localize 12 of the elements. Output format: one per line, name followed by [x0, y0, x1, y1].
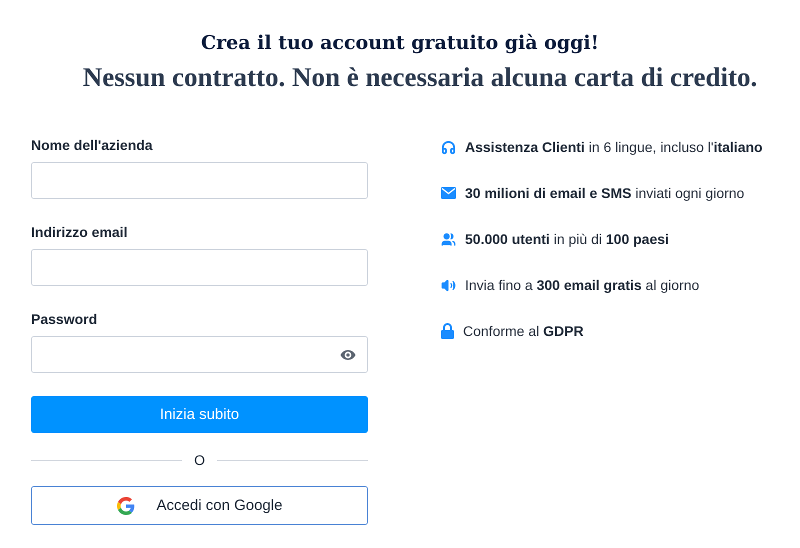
feature-text: Conforme al GDPR: [463, 323, 584, 339]
field-label: Password: [31, 311, 98, 327]
feature-text: Assistenza Clienti in 6 lingue, incluso l'italiano: [465, 139, 763, 155]
page-subtitle: Nessun contratto. Non è necessaria alcuna carta di credito.: [82, 62, 758, 93]
separator-text: O: [194, 452, 205, 468]
field-label: Indirizzo email: [31, 224, 128, 240]
feature-text: 50.000 utenti in più di 100 paesi: [465, 231, 669, 247]
feature-text: 30 milioni di email e SMS inviati ogni giorno: [465, 185, 744, 201]
page-title: Crea il tuo account gratuito già oggi!: [201, 32, 599, 54]
google-sign-in-button[interactable]: Accedi con Google: [31, 486, 368, 525]
field-label: Nome dell'azienda: [31, 137, 154, 153]
feature-text: Invia fino a 300 email gratis al giorno: [465, 277, 700, 293]
